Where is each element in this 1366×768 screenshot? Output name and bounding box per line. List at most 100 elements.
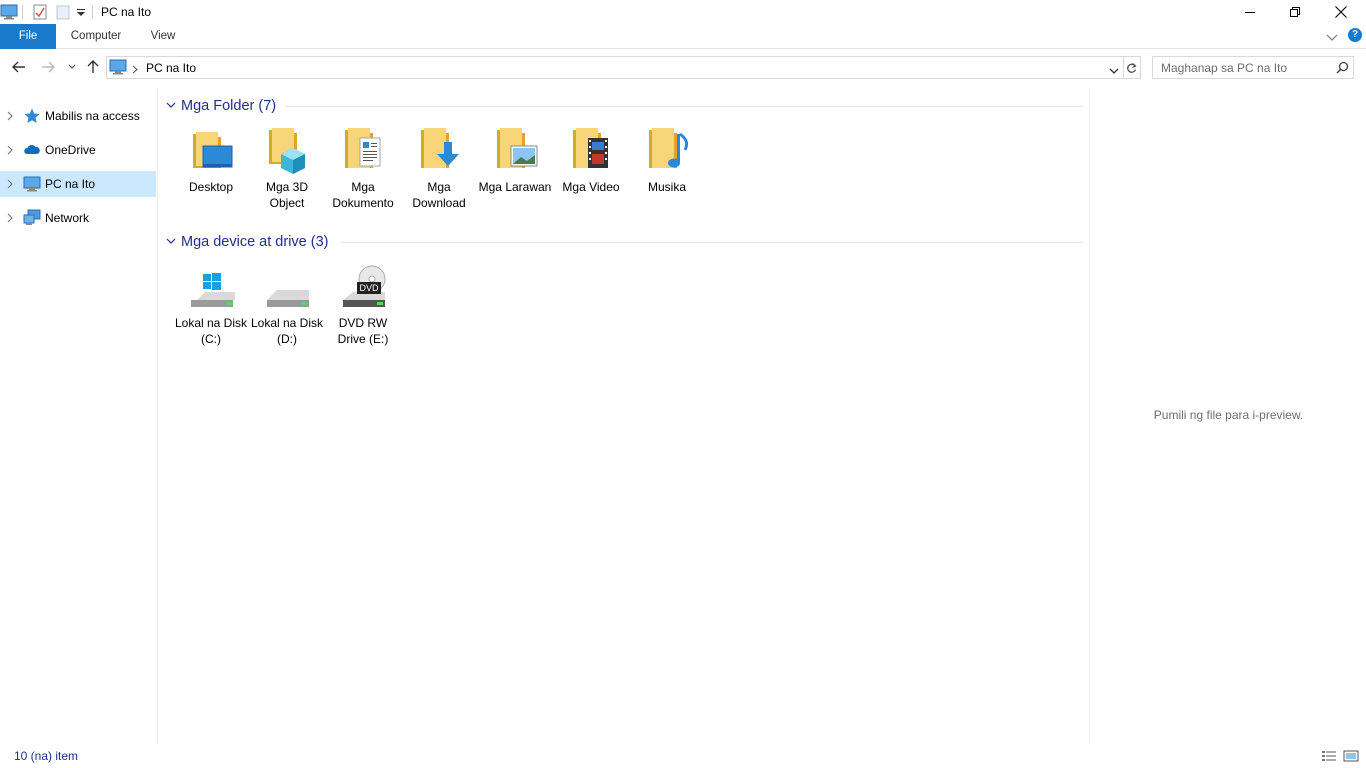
status-bar: 10 (na) item (0, 744, 1366, 768)
search-placeholder: Maghanap sa PC na Ito (1161, 61, 1288, 75)
address-bar[interactable]: PC na Ito (106, 56, 1124, 79)
desktop-folder-icon (187, 128, 235, 176)
details-view-icon (1322, 751, 1336, 761)
minimize-icon (1245, 12, 1255, 13)
videos-folder-icon (567, 128, 615, 176)
preview-pane: Pumili ng file para i-preview. (1089, 88, 1366, 744)
nav-item-network[interactable]: Network (0, 205, 156, 231)
back-button[interactable] (8, 56, 30, 78)
nav-item-label: OneDrive (45, 143, 96, 157)
folder-music[interactable]: Musika (629, 128, 705, 195)
folder-label: Mga 3D Object (265, 180, 309, 210)
restore-icon (1290, 7, 1300, 17)
chevron-right-icon[interactable] (7, 179, 13, 189)
refresh-button[interactable] (1123, 56, 1141, 79)
cloud-icon (24, 144, 40, 154)
forward-button[interactable] (37, 56, 59, 78)
details-view-button[interactable] (1320, 748, 1338, 764)
new-folder-icon[interactable] (56, 3, 70, 21)
navigation-pane: Mabilis na access OneDrive PC na Ito Net… (0, 88, 158, 744)
search-input[interactable]: Maghanap sa PC na Ito (1152, 56, 1354, 79)
group-header-devices[interactable]: Mga device at drive (3) (165, 232, 328, 252)
ribbon-tabs: File Computer View ? (0, 24, 1366, 49)
chevron-down-icon (68, 64, 76, 69)
tab-view[interactable]: View (140, 24, 186, 49)
separator (22, 5, 23, 19)
drive-c[interactable]: Lokal na Disk (C:) (173, 264, 249, 347)
chevron-down-icon (166, 238, 176, 244)
expand-ribbon-button[interactable] (1326, 31, 1338, 45)
close-button[interactable] (1318, 0, 1364, 24)
chevron-down-icon (166, 102, 176, 108)
separator (92, 5, 93, 19)
drive-e[interactable]: DVD DVD RW Drive (E:) (325, 264, 401, 347)
item-count: 10 (na) item (14, 749, 79, 763)
computer-icon (109, 59, 127, 78)
drive-label: Lokal na Disk (C:) (174, 316, 248, 346)
window-title: PC na Ito (101, 5, 152, 19)
folder-label: Desktop (188, 180, 234, 194)
restore-button[interactable] (1272, 0, 1318, 24)
title-bar: PC na Ito (0, 0, 1366, 24)
folder-pictures[interactable]: Mga Larawan (477, 128, 553, 195)
pictures-folder-icon (491, 128, 539, 176)
computer-icon[interactable] (0, 3, 18, 21)
breadcrumb[interactable]: PC na Ito (146, 61, 196, 75)
properties-icon[interactable] (33, 3, 47, 21)
computer-icon (23, 176, 41, 192)
nav-item-label: Mabilis na access (45, 109, 140, 123)
search-icon[interactable] (1336, 61, 1349, 77)
folder-label: Mga Video (562, 180, 620, 194)
chevron-right-icon[interactable] (7, 111, 13, 121)
downloads-folder-icon (415, 128, 463, 176)
chevron-down-icon (1326, 34, 1338, 41)
tab-computer[interactable]: Computer (62, 24, 130, 49)
large-icons-view-button[interactable] (1342, 748, 1360, 764)
recent-locations-button[interactable] (61, 56, 83, 78)
nav-item-label: PC na Ito (45, 177, 96, 191)
group-title: Mga device at drive (3) (181, 234, 329, 250)
arrow-right-icon (42, 61, 55, 73)
address-history-dropdown[interactable] (1109, 64, 1119, 78)
help-icon[interactable]: ? (1348, 28, 1362, 42)
folder-label: Mga Download (412, 180, 466, 210)
folder-downloads[interactable]: Mga Download (401, 128, 477, 211)
group-title: Mga Folder (7) (181, 98, 277, 114)
star-icon (24, 108, 40, 123)
folder-label: Mga Dokumento (332, 180, 394, 210)
minimize-button[interactable] (1227, 0, 1273, 24)
tab-file[interactable]: File (0, 24, 56, 49)
nav-item-this-pc[interactable]: PC na Ito (0, 171, 156, 197)
drive-d[interactable]: Lokal na Disk (D:) (249, 264, 325, 347)
nav-item-onedrive[interactable]: OneDrive (0, 137, 156, 163)
preview-message: Pumili ng file para i-preview. (1153, 408, 1304, 422)
up-button[interactable] (82, 56, 104, 78)
folder-videos[interactable]: Mga Video (553, 128, 629, 195)
chevron-right-icon[interactable] (7, 145, 13, 155)
dvd-drive-icon: DVD (339, 264, 387, 312)
arrow-left-icon (12, 61, 25, 73)
chevron-down-icon (1109, 68, 1119, 74)
drive-label: Lokal na Disk (D:) (250, 316, 324, 346)
folder-label: Musika (647, 180, 686, 194)
hard-drive-icon (263, 264, 311, 312)
divider (286, 106, 1083, 107)
dvd-badge: DVD (357, 282, 381, 294)
large-icons-view-icon (1343, 750, 1359, 762)
folder-label: Mga Larawan (478, 180, 552, 194)
group-header-folders[interactable]: Mga Folder (7) (165, 96, 276, 116)
breadcrumb-separator-icon[interactable] (132, 63, 138, 77)
close-icon (1335, 6, 1347, 18)
customize-toolbar-dropdown-icon[interactable] (76, 3, 86, 21)
refresh-icon (1127, 62, 1137, 73)
music-folder-icon (643, 128, 691, 176)
folder-desktop[interactable]: Desktop (173, 128, 249, 195)
arrow-up-icon (87, 60, 99, 73)
folder-3d-objects[interactable]: Mga 3D Object (249, 128, 325, 211)
folder-documents[interactable]: Mga Dokumento (325, 128, 401, 211)
nav-item-quick-access[interactable]: Mabilis na access (0, 103, 156, 129)
3d-objects-folder-icon (263, 128, 311, 176)
chevron-right-icon[interactable] (7, 213, 13, 223)
windows-drive-icon (187, 264, 239, 312)
drive-label: DVD RW Drive (E:) (337, 316, 389, 346)
